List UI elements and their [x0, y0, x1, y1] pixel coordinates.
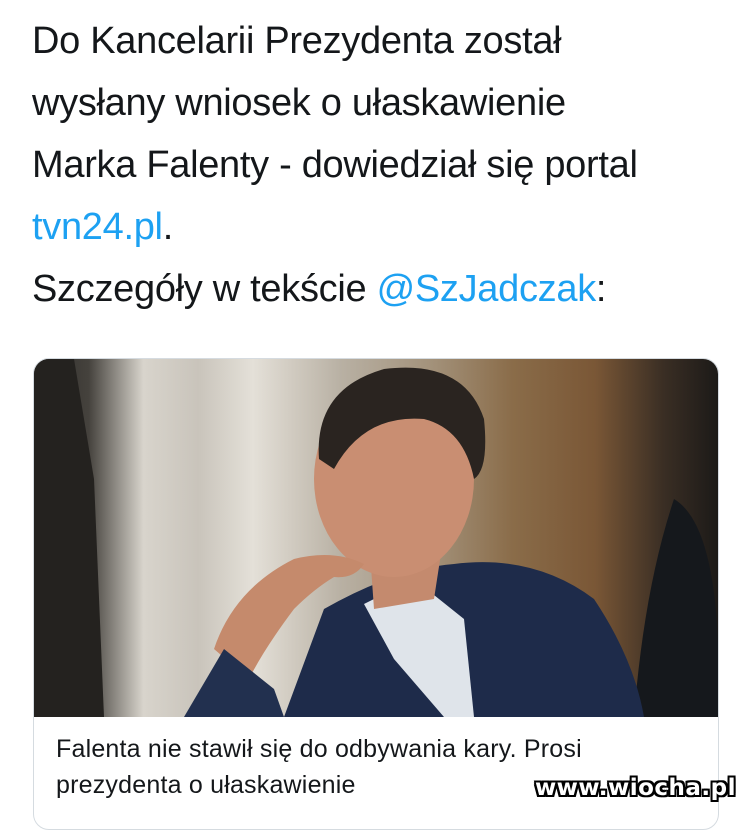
tweet-line: Marka Falenty - dowiedział się portal [32, 134, 732, 196]
tweet-text-line1: Do Kancelarii Prezydenta został [32, 20, 562, 62]
tweet-text-line2: wysłany wniosek o ułaskawienie [32, 82, 566, 124]
tweet-line: Do Kancelarii Prezydenta został [32, 10, 732, 72]
mention-link[interactable]: @SzJadczak [377, 268, 597, 310]
tweet-text-line3: Marka Falenty - dowiedział się portal [32, 144, 638, 186]
watermark-logo: www.wiocha.pl [534, 775, 736, 801]
tweet-text: Do Kancelarii Prezydenta został wysłany … [32, 10, 732, 320]
tweet-text-details: Szczegóły w tekście [32, 268, 377, 310]
sleeve [184, 649, 284, 717]
photo-of-man-in-suit-icon [34, 359, 718, 717]
link-preview-card[interactable]: Falenta nie stawił się do odbywania kary… [33, 358, 719, 830]
background-figure [34, 359, 104, 717]
tweet-text-colon: : [595, 268, 607, 310]
tweet-line: tvn24.pl. [32, 196, 732, 258]
chair-shape [634, 499, 718, 717]
card-image[interactable] [34, 359, 718, 717]
tweet-line: Szczegóły w tekście @SzJadczak: [32, 258, 732, 320]
tweet-line: wysłany wniosek o ułaskawienie [32, 72, 732, 134]
portal-link[interactable]: tvn24.pl [32, 206, 163, 248]
tweet-text-period: . [162, 206, 174, 248]
